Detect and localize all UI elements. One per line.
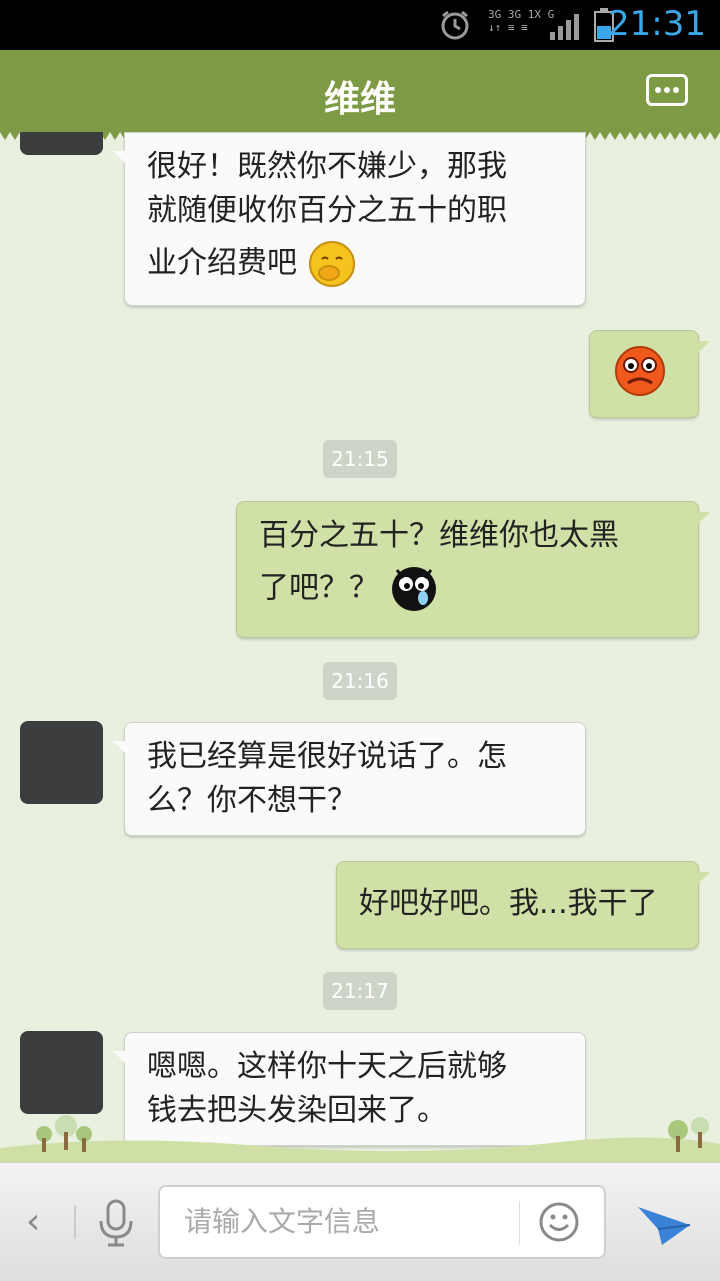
emoji-picker-icon[interactable]	[538, 1201, 580, 1243]
chat-area[interactable]: 很好！既然你不嫌少，那我 就随便收你百分之五十的职 业介绍费吧 21:15 百分…	[0, 132, 720, 1162]
message-input[interactable]: 请输入文字信息	[158, 1185, 606, 1259]
message-bubble-received[interactable]: 很好！既然你不嫌少，那我 就随便收你百分之五十的职 业介绍费吧	[113, 132, 586, 306]
more-options-button[interactable]	[646, 74, 688, 106]
input-bar: ‹ 请输入文字信息	[0, 1162, 720, 1281]
contact-avatar[interactable]	[20, 721, 103, 804]
message-bubble-sent[interactable]: 好吧好吧。我...我干了	[336, 861, 710, 949]
angry-emoji-icon	[615, 346, 665, 396]
divider	[519, 1201, 520, 1245]
alarm-icon	[441, 10, 469, 40]
contact-avatar[interactable]	[20, 132, 103, 155]
background-hills	[0, 1115, 720, 1164]
timestamp: 21:15	[323, 440, 397, 478]
message-bubble-sent[interactable]: 百分之五十？维维你也太黑 了吧？？	[236, 501, 710, 638]
yawn-emoji-icon	[308, 241, 355, 287]
send-icon[interactable]	[636, 1197, 692, 1247]
chat-title: 维维	[323, 79, 396, 120]
header: 维维	[0, 50, 720, 140]
microphone-icon[interactable]	[96, 1199, 136, 1247]
signal-icon	[550, 14, 579, 40]
divider	[74, 1205, 76, 1239]
network-indicator: 3G 3G 1X G ↓↑ ≡ ≡	[488, 8, 555, 34]
clock: 21:31	[608, 4, 706, 44]
crying-emoji-icon	[391, 567, 436, 611]
status-bar: 3G 3G 1X G ↓↑ ≡ ≡ 21:31	[0, 0, 720, 50]
timestamp: 21:16	[323, 662, 397, 700]
timestamp: 21:17	[323, 972, 397, 1010]
message-input-placeholder: 请输入文字信息	[184, 1205, 381, 1238]
contact-avatar[interactable]	[20, 1031, 103, 1114]
message-bubble-received[interactable]: 我已经算是很好说话了。怎 么？你不想干？	[113, 722, 586, 836]
more-icon	[655, 87, 679, 93]
chevron-left-icon[interactable]: ‹	[26, 1201, 40, 1242]
message-bubble-sent[interactable]	[589, 330, 710, 418]
